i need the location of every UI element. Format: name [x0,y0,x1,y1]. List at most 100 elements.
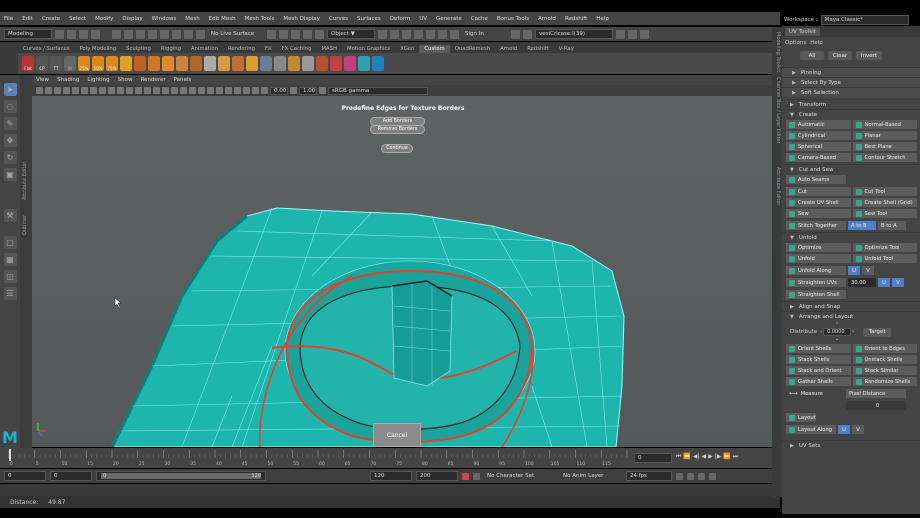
ao-icon[interactable] [180,87,187,94]
stack-similar-button[interactable]: Stack Similar [852,366,917,375]
camera-based-button[interactable]: Camera-Based [786,153,851,162]
extract-shelf-icon[interactable] [176,56,188,71]
menu-windows[interactable]: Windows [152,16,177,22]
shelf-tab-v-ray[interactable]: V-Ray [554,45,579,53]
menu-create[interactable]: Create [42,16,60,22]
outliner-view-icon[interactable]: ☰ [3,287,17,300]
outliner-strip-label[interactable]: Outliner [22,215,28,235]
hypershade-icon[interactable] [315,29,324,39]
search-icon[interactable] [523,29,532,39]
pinning-section[interactable]: ▶ Pinning [782,67,920,77]
snap-curve-icon[interactable] [160,29,169,39]
create-section[interactable]: ▼ Create [782,109,920,119]
menu-file[interactable]: File [4,16,13,22]
rotate-tool-icon[interactable]: ↻ [3,151,17,164]
uv-sets-section[interactable]: ▶ UV Sets [782,440,920,450]
menu-generate[interactable]: Generate [436,16,462,22]
optimize-tool-button[interactable]: Optimize Tool [852,243,917,252]
single-view-icon[interactable]: ▢ [3,236,17,249]
fps-dropdown[interactable]: 24 fps [626,471,672,481]
continue-button[interactable]: Continue [381,144,413,153]
shadows-icon[interactable] [171,87,178,94]
time-ruler[interactable]: 0 5 10 15 20 25 30 35 40 45 50 55 60 65 70 75 80 85 90 95 10… [8,448,628,468]
uv-help-menu[interactable]: Help [810,40,823,46]
loop-icon[interactable] [676,472,683,480]
isolate-icon[interactable] [216,87,223,94]
best-plane-button[interactable]: Best Plane [852,142,917,151]
orient-to-edges-button[interactable]: Orient to Edges [852,344,917,353]
step-back-key-icon[interactable]: ⏪ [683,453,690,461]
go-end-icon[interactable]: ⏭ [733,453,738,461]
name-input[interactable]: vesiCrlcase:l(39) [535,29,613,39]
camera-icon[interactable] [438,29,447,39]
flat-shelf-icon[interactable]: Flat [22,56,34,71]
range-slider[interactable]: 0 120 [96,471,266,481]
end-time-field[interactable]: 200 [416,471,458,481]
person-anim-icon[interactable] [698,472,705,480]
smooth-25-icon[interactable]: 25% [78,56,90,71]
snap-view-icon[interactable] [184,29,193,39]
current-frame-field[interactable]: 0 [634,453,672,463]
xray-active-icon[interactable] [234,87,241,94]
select-tool-icon[interactable]: ➤ [3,83,17,96]
bookmark-icon[interactable] [45,87,52,94]
sign-in-dropdown[interactable]: Sign In [462,29,508,39]
arrow-right-icon[interactable] [378,29,387,39]
menu-curves[interactable]: Curves [329,16,348,22]
center-pivot-shelf-icon[interactable] [204,56,216,71]
camera-attr-icon[interactable] [36,87,43,94]
render-icon[interactable] [279,29,288,39]
loop-shelf-icon[interactable] [260,56,272,71]
gate-mask-icon[interactable] [90,87,97,94]
quad-shelf-icon[interactable] [358,56,370,71]
shelf-tab-settings[interactable] [0,42,18,74]
grid-toggle-icon[interactable] [63,87,70,94]
object-field[interactable]: Object ▼ [327,29,375,39]
shelf-tab-arnold[interactable]: Arnold [495,45,522,53]
resolution-gate-icon[interactable] [81,87,88,94]
distribute-right-icon[interactable]: › [852,329,854,335]
select-component-icon[interactable] [136,29,145,39]
time-slider[interactable]: 0 5 10 15 20 25 30 35 40 45 50 55 60 65 70 75 80 85 90 95 10… [0,448,780,468]
spherical-button[interactable]: Spherical [786,142,851,151]
layout-v-toggle[interactable]: V [852,425,864,434]
range-slider-handle[interactable] [101,473,261,479]
play-forward-icon[interactable]: ▶ [708,453,713,461]
randomize-shells-button[interactable]: Randomize Shells [852,377,917,386]
menu-deform[interactable]: Deform [390,16,410,22]
display-icon[interactable] [511,29,520,39]
uv-shelf-icon[interactable] [344,56,356,71]
delete-history-shelf-icon[interactable] [302,56,314,71]
multicut-shelf-icon[interactable] [274,56,286,71]
two-view-icon[interactable]: ◫ [3,270,17,283]
exposure-icon[interactable] [261,87,268,94]
menu-edit-mesh[interactable]: Edit Mesh [209,16,236,22]
exposure-field[interactable]: 0.00 [270,86,288,95]
layout-along-button[interactable]: Layout Along [786,425,836,434]
xray-icon[interactable] [225,87,232,94]
straighten-v-toggle[interactable]: V [892,278,904,287]
cancel-button[interactable]: Cancel [373,423,421,447]
measure-type-dropdown[interactable]: Pixel Distance [846,389,906,398]
command-line[interactable] [0,484,780,496]
camera2-icon[interactable] [628,29,637,39]
menu-select[interactable]: Select [69,16,86,22]
shelf-tab-curves-surfaces[interactable]: Curves / Surfaces [18,45,74,53]
magnet-icon[interactable] [616,29,625,39]
snap-grid-icon[interactable] [148,29,157,39]
distribute-down-icon[interactable]: ⌄ [835,336,839,342]
smooth-75-icon[interactable]: 75% [106,56,118,71]
play-back-icon[interactable]: ◀ [702,453,707,461]
unfold-along-button[interactable]: Unfold Along [786,266,846,275]
viewport-3d[interactable]: Predefine Edges for Texture Borders Add … [32,96,772,447]
shelf-tab-sculpting[interactable]: Sculpting [121,45,156,53]
save-icon[interactable] [67,29,76,39]
gather-shells-button[interactable]: Gather Shells [786,377,851,386]
separate-shelf-icon[interactable] [162,56,174,71]
history-icon[interactable] [267,29,276,39]
mode-dropdown[interactable]: Modeling [4,29,52,39]
last-tool-icon[interactable]: ⚒ [3,209,17,222]
stack-and-orient-button[interactable]: Stack and Orient [786,366,851,375]
planar-button[interactable]: Planar [852,131,917,140]
snap-surface-icon[interactable] [196,29,205,39]
